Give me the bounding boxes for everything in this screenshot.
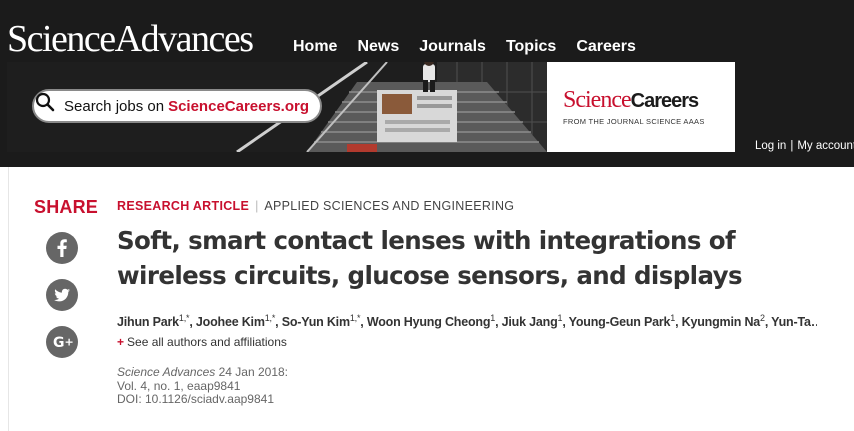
twitter-icon — [54, 288, 70, 302]
author-affiliation: 1 — [490, 313, 496, 323]
expand-plus-icon: + — [117, 335, 125, 349]
author-list: Jihun Park1,*, Joohee Kim1,*, So-Yun Kim… — [117, 313, 817, 329]
see-all-authors-link[interactable]: + See all authors and affiliations — [117, 335, 287, 349]
careers-banner-ad[interactable]: Search jobs on ScienceCareers.org — [7, 62, 547, 152]
science-careers-logo[interactable]: ScienceCareers FROM THE JOURNAL SCIENCE … — [547, 62, 735, 152]
citation-journal: Science Advances — [117, 365, 216, 379]
author-name[interactable]: Young-Geun Park — [569, 315, 671, 329]
article-title: Soft, smart contact lenses with integrat… — [117, 226, 743, 290]
article-kicker: RESEARCH ARTICLE | APPLIED SCIENCES AND EN… — [117, 199, 514, 213]
careers-logo-tagline: FROM THE JOURNAL SCIENCE AAAS — [563, 117, 705, 126]
author-name[interactable]: Yun-Ta… — [771, 315, 817, 329]
author-name[interactable]: Woon Hyung Cheong — [367, 315, 491, 329]
search-jobs-text: Search jobs on — [64, 97, 165, 115]
facebook-icon — [57, 239, 67, 257]
careers-logo-science: Science — [563, 87, 632, 113]
search-jobs-pill[interactable]: Search jobs on ScienceCareers.org — [32, 89, 322, 123]
author-name[interactable]: So-Yun Kim — [282, 315, 350, 329]
google-plus-icon: G + — [53, 335, 74, 351]
author-affiliation: 1 — [670, 313, 676, 323]
nav-careers[interactable]: Careers — [576, 36, 636, 58]
account-links: Log in | My account — [755, 140, 854, 152]
author-affiliation: 1,* — [264, 313, 276, 323]
author-affiliation: 1,* — [178, 313, 190, 323]
svg-text:+: + — [65, 336, 74, 349]
careers-logo-careers: Careers — [630, 90, 700, 112]
nav-home[interactable]: Home — [293, 36, 337, 58]
login-link[interactable]: Log in — [755, 140, 786, 152]
careers-logo-wordmark: ScienceCareers — [563, 86, 700, 115]
author-name[interactable]: Joohee Kim — [196, 315, 265, 329]
search-icon — [35, 92, 62, 117]
nav-topics[interactable]: Topics — [506, 36, 556, 58]
science-careers-site: ScienceCareers.org — [168, 97, 309, 115]
author-name[interactable]: Jihun Park — [117, 315, 179, 329]
svg-text:G: G — [53, 335, 65, 351]
article-type[interactable]: RESEARCH ARTICLE — [117, 199, 249, 213]
see-all-authors-text: See all authors and affiliations — [127, 335, 287, 349]
article-subject[interactable]: APPLIED SCIENCES AND ENGINEERING — [264, 199, 514, 213]
my-account-link[interactable]: My account — [797, 140, 854, 152]
author-affiliation: 1,* — [349, 313, 361, 323]
account-separator: | — [790, 140, 794, 152]
facebook-share-button[interactable] — [46, 232, 78, 264]
share-label: SHARE — [34, 197, 99, 217]
citation-block: Science Advances 24 Jan 2018: Vol. 4, no… — [117, 365, 289, 407]
kicker-divider: | — [255, 199, 259, 213]
google-plus-share-button[interactable]: G + — [46, 326, 78, 358]
author-affiliation: 1 — [557, 313, 563, 323]
main-nav: Home News Journals Topics Careers — [293, 36, 636, 58]
citation-volume: Vol. 4, no. 1, eaap9841 — [117, 378, 241, 393]
citation-date: 24 Jan 2018: — [218, 365, 289, 379]
nav-news[interactable]: News — [357, 36, 399, 58]
citation-line-date: Science Advances 24 Jan 2018: — [117, 365, 289, 380]
twitter-share-button[interactable] — [46, 279, 78, 311]
nav-journals[interactable]: Journals — [419, 36, 486, 58]
citation-doi: DOI: 10.1126/sciadv.aap9841 — [117, 392, 274, 406]
author-name[interactable]: Jiuk Jang — [502, 315, 558, 329]
author-name[interactable]: Kyungmin Na — [682, 315, 761, 329]
author-affiliation: 2 — [760, 313, 765, 323]
site-logo[interactable]: ScienceAdvances — [7, 16, 254, 62]
